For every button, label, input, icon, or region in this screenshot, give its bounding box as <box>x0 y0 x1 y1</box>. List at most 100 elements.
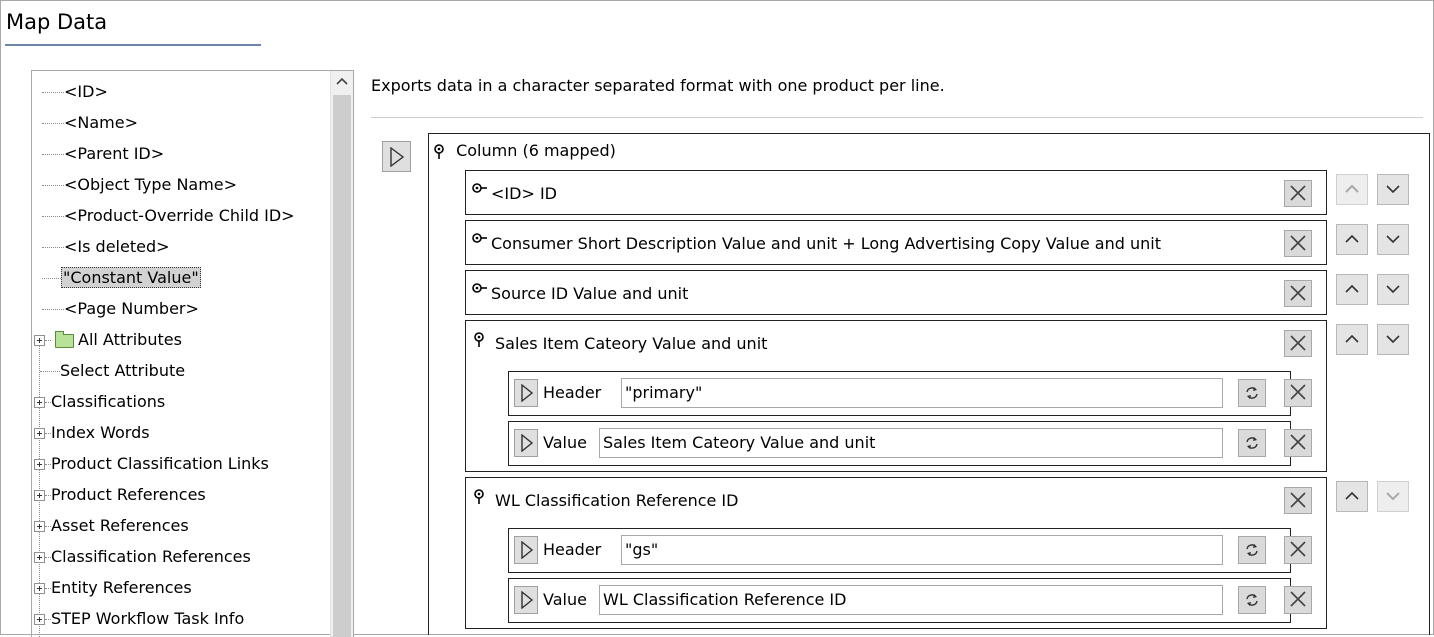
column-entry[interactable]: Source ID Value and unit <box>465 270 1327 315</box>
tree-item-label: Product References <box>51 485 206 504</box>
tree-item-asset-references[interactable]: Asset References <box>34 513 189 539</box>
key-icon <box>472 233 487 243</box>
close-icon <box>1290 235 1306 251</box>
tree-item-id[interactable]: <ID> <box>42 79 108 105</box>
column-label: Column (6 mapped) <box>456 141 616 160</box>
pin-icon <box>434 143 444 159</box>
tree-item-select-attribute[interactable]: Select Attribute <box>40 358 185 384</box>
cycle-button[interactable] <box>1238 429 1266 457</box>
expand-icon[interactable] <box>34 459 45 470</box>
value-row: Value WL Classification Reference ID <box>508 578 1312 623</box>
chevron-down-icon <box>1386 185 1400 194</box>
remove-header-button[interactable] <box>1284 379 1312 407</box>
tree-item-label-selected: "Constant Value" <box>61 267 201 288</box>
column-entry-group[interactable]: Sales Item Cateory Value and unit Header… <box>465 320 1327 472</box>
tree-item-page-number[interactable]: <Page Number> <box>42 296 199 322</box>
cycle-button[interactable] <box>1238 536 1266 564</box>
move-up-button[interactable] <box>1336 174 1368 205</box>
header-value-field[interactable]: "primary" <box>621 378 1223 408</box>
remove-button[interactable] <box>1284 230 1312 257</box>
move-up-button[interactable] <box>1336 224 1368 255</box>
column-entry-group[interactable]: WL Classification Reference ID Header "g… <box>465 477 1327 629</box>
remove-value-button[interactable] <box>1284 429 1312 457</box>
tree-item-classifications[interactable]: Classifications <box>34 389 165 415</box>
pin-icon <box>474 489 484 504</box>
tree-scrollbar[interactable] <box>330 71 353 637</box>
remove-button[interactable] <box>1284 180 1312 207</box>
expand-value-button[interactable] <box>514 586 538 614</box>
move-down-button[interactable] <box>1377 274 1409 305</box>
close-icon <box>1290 591 1306 607</box>
tree-item-index-words[interactable]: Index Words <box>34 420 150 446</box>
header-row: Header "gs" <box>508 528 1312 573</box>
refresh-icon <box>1246 544 1258 556</box>
tree-item-label: Product Classification Links <box>51 454 269 473</box>
tree-item-step-workflow-task-info[interactable]: STEP Workflow Task Info <box>34 606 244 632</box>
tree-item-label: Entity References <box>51 578 192 597</box>
move-down-button[interactable] <box>1377 174 1409 205</box>
expand-icon[interactable] <box>34 397 45 408</box>
expand-icon[interactable] <box>34 583 45 594</box>
tree-item-all-attributes[interactable]: All Attributes <box>34 327 182 353</box>
remove-button[interactable] <box>1284 487 1312 514</box>
scroll-up-icon[interactable] <box>331 71 353 93</box>
move-down-button[interactable] <box>1377 324 1409 355</box>
column-entry[interactable]: <ID> ID <box>465 170 1327 215</box>
expand-icon[interactable] <box>34 428 45 439</box>
tree-item-label: All Attributes <box>78 330 182 349</box>
tree-item-label: <Object Type Name> <box>64 175 238 194</box>
tree-item-classification-references[interactable]: Classification References <box>34 544 251 570</box>
chevron-up-icon <box>1345 284 1359 293</box>
close-icon <box>1290 185 1306 201</box>
remove-button[interactable] <box>1284 330 1312 357</box>
cycle-button[interactable] <box>1238 586 1266 614</box>
expand-icon[interactable] <box>34 521 45 532</box>
tree-item-label: Select Attribute <box>60 361 186 380</box>
tree-item-product-classification-links[interactable]: Product Classification Links <box>34 451 269 477</box>
format-description: Exports data in a character separated fo… <box>371 76 945 95</box>
panel-title: Map Data <box>6 10 108 34</box>
move-up-button[interactable] <box>1336 274 1368 305</box>
expand-icon[interactable] <box>34 335 45 346</box>
expand-header-button[interactable] <box>514 536 538 564</box>
move-up-button[interactable] <box>1336 481 1368 512</box>
key-icon <box>472 283 487 293</box>
tree-item-constant-value[interactable]: "Constant Value" <box>42 265 201 291</box>
chevron-up-icon <box>1345 491 1359 500</box>
scroll-thumb[interactable] <box>333 95 351 637</box>
value-row: Value Sales Item Cateory Value and unit <box>508 421 1312 466</box>
entry-label: WL Classification Reference ID <box>495 491 739 510</box>
title-underline <box>5 44 261 46</box>
expand-icon[interactable] <box>34 490 45 501</box>
expand-icon[interactable] <box>34 614 45 625</box>
tree-item-label: STEP Workflow Task Info <box>51 609 245 628</box>
remove-value-button[interactable] <box>1284 586 1312 614</box>
move-up-button[interactable] <box>1336 324 1368 355</box>
tree-item-product-override-child-id[interactable]: <Product-Override Child ID> <box>42 203 295 229</box>
tree-item-product-references[interactable]: Product References <box>34 482 206 508</box>
column-header: Column (6 mapped) <box>433 141 616 160</box>
chevron-up-icon <box>1345 234 1359 243</box>
header-value-field[interactable]: "gs" <box>621 535 1223 565</box>
pin-icon <box>474 332 484 347</box>
tree-item-object-type-name[interactable]: <Object Type Name> <box>42 172 237 198</box>
play-arrow-icon <box>521 434 534 452</box>
expand-value-button[interactable] <box>514 429 538 457</box>
expand-column-button[interactable] <box>382 141 411 172</box>
move-down-button[interactable] <box>1377 481 1409 512</box>
tree-item-is-deleted[interactable]: <Is deleted> <box>42 234 170 260</box>
column-entry[interactable]: Consumer Short Description Value and uni… <box>465 220 1327 265</box>
value-field[interactable]: WL Classification Reference ID <box>599 585 1223 615</box>
expand-icon[interactable] <box>34 552 45 563</box>
tree-item-entity-references[interactable]: Entity References <box>34 575 192 601</box>
expand-header-button[interactable] <box>514 379 538 407</box>
remove-header-button[interactable] <box>1284 536 1312 564</box>
remove-button[interactable] <box>1284 280 1312 307</box>
move-down-button[interactable] <box>1377 224 1409 255</box>
tree-item-parent-id[interactable]: <Parent ID> <box>42 141 164 167</box>
play-arrow-icon <box>390 147 405 167</box>
value-field[interactable]: Sales Item Cateory Value and unit <box>599 428 1223 458</box>
tree-item-name[interactable]: <Name> <box>42 110 138 136</box>
attribute-tree[interactable]: <ID> <Name> <Parent ID> <Object Type Nam… <box>31 70 354 637</box>
cycle-button[interactable] <box>1238 379 1266 407</box>
